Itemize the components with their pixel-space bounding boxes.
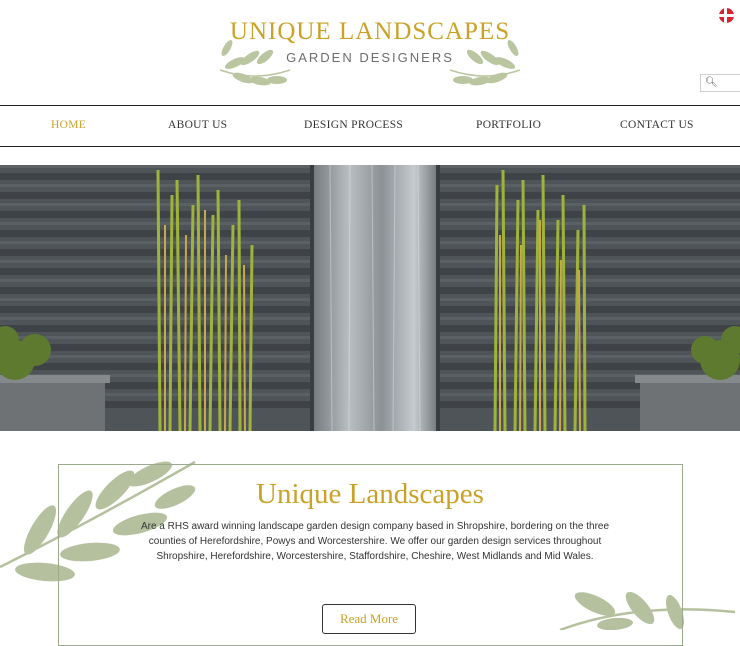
search-icon[interactable]: 🔍︎ bbox=[705, 77, 718, 88]
nav-item-home[interactable]: HOME bbox=[51, 106, 86, 146]
nav-item-portfolio[interactable]: PORTFOLIO bbox=[476, 106, 541, 146]
site-header: UNIQUE LANDSCAPES GARDEN DESIGNERS 🔍︎ bbox=[0, 0, 740, 105]
hero-garden-illustration bbox=[0, 165, 740, 431]
intro-text: Are a RHS award winning landscape garden… bbox=[140, 521, 610, 562]
main-nav: HOME ABOUT US DESIGN PROCESS PORTFOLIO C… bbox=[0, 105, 740, 147]
search-input[interactable]: 🔍︎ bbox=[700, 74, 740, 92]
nav-item-contact-us[interactable]: CONTACT US bbox=[620, 106, 694, 146]
logo-title: UNIQUE LANDSCAPES bbox=[229, 18, 511, 45]
nav-item-design-process[interactable]: DESIGN PROCESS bbox=[304, 106, 403, 146]
site-logo[interactable]: UNIQUE LANDSCAPES GARDEN DESIGNERS bbox=[215, 10, 525, 95]
hero-image bbox=[0, 165, 740, 431]
logo-subtitle: GARDEN DESIGNERS bbox=[286, 50, 454, 65]
danish-flag-icon[interactable] bbox=[719, 8, 734, 23]
nav-item-about-us[interactable]: ABOUT US bbox=[168, 106, 227, 146]
intro-title: Unique Landscapes bbox=[256, 478, 484, 510]
